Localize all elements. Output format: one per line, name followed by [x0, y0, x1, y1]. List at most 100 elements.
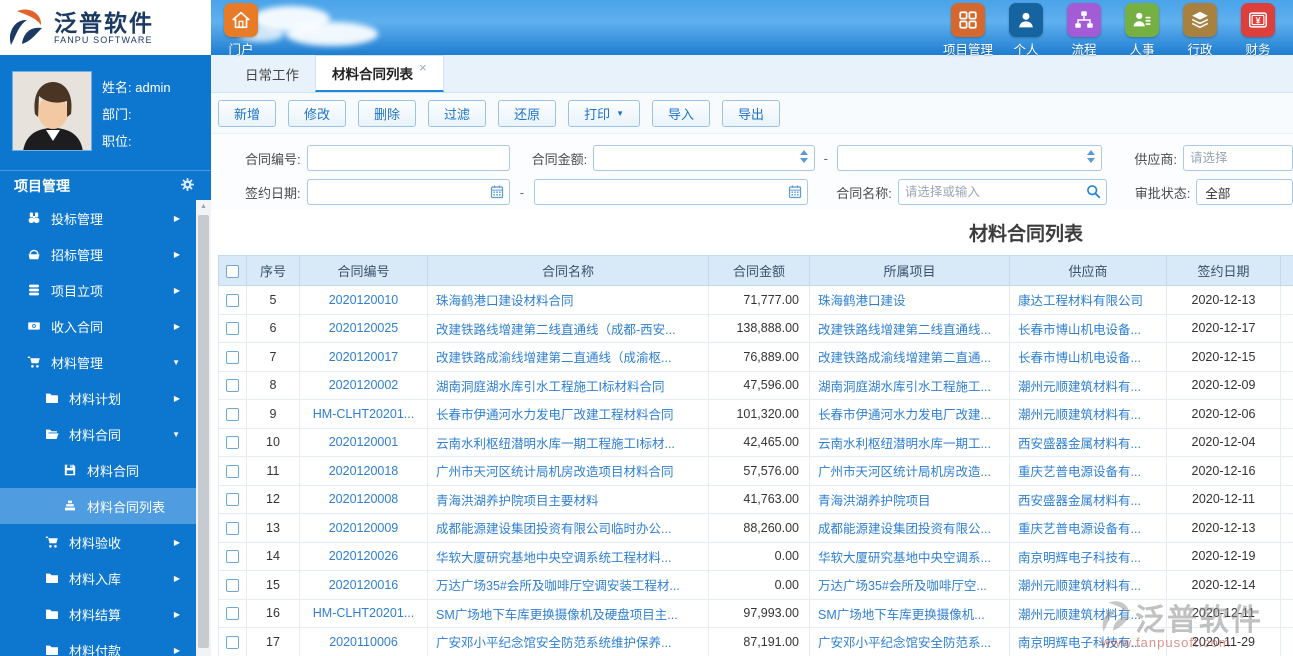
supplier-link[interactable]: 南京明辉电子科技有...	[1018, 551, 1141, 565]
contract-no-link[interactable]: 2020120008	[329, 492, 399, 506]
supplier-link[interactable]: 西安盛器金属材料有...	[1018, 437, 1141, 451]
project-link[interactable]: 广安邓小平纪念馆安全防范系...	[818, 636, 991, 650]
close-icon[interactable]: ×	[419, 60, 427, 75]
project-link[interactable]: 广州市天河区统计局机房改造...	[818, 465, 991, 479]
filter-button[interactable]: 过滤	[428, 99, 487, 127]
add-button[interactable]: 新增	[218, 99, 277, 127]
project-link[interactable]: 云南水利枢纽潜明水库一期工...	[818, 437, 991, 451]
contract-name-link[interactable]: 湖南洞庭湖水库引水工程施工I标材料合同	[436, 380, 664, 394]
sidebar-item-income-contract[interactable]: 收入合同 ▶	[0, 308, 196, 344]
supplier-link[interactable]: 西安盛器金属材料有...	[1018, 494, 1141, 508]
row-checkbox[interactable]	[226, 350, 239, 364]
contract-name-link[interactable]: 广安邓小平纪念馆安全防范系统维护保养...	[436, 636, 671, 650]
edit-button[interactable]: 修改	[288, 99, 347, 127]
tab-material-contract-list[interactable]: 材料合同列表 ×	[315, 55, 444, 92]
gear-icon[interactable]	[180, 177, 195, 195]
project-link[interactable]: 华软大厦研究基地中央空调系...	[818, 551, 991, 565]
project-link[interactable]: 长春市伊通河水力发电厂改建...	[818, 408, 991, 422]
project-link[interactable]: 改建铁路成渝线增建第二直通...	[818, 351, 991, 365]
contract-no-link[interactable]: HM-CLHT20201...	[313, 407, 414, 421]
contract-no-link[interactable]: 2020120009	[329, 521, 399, 535]
contract-no-link[interactable]: 2020120002	[329, 378, 399, 392]
contract-name-input[interactable]	[897, 179, 1107, 205]
contract-no-link[interactable]: 2020120001	[329, 435, 399, 449]
column-header[interactable]: 合同金额	[708, 255, 810, 286]
calendar-icon[interactable]	[788, 184, 802, 204]
spinner-icons[interactable]	[799, 150, 808, 163]
sidebar-item-material-plan[interactable]: 材料计划 ▶	[0, 380, 196, 416]
row-checkbox[interactable]	[226, 578, 239, 592]
contract-no-link[interactable]: HM-CLHT20201...	[313, 606, 414, 620]
nav-item-project-management[interactable]: 项目管理	[939, 3, 997, 58]
supplier-link[interactable]: 南京明辉电子科技有...	[1018, 636, 1141, 650]
column-header[interactable]: 合同编号	[299, 255, 428, 286]
contract-name-link[interactable]: 珠海鹤港口建设材料合同	[436, 294, 574, 308]
sidebar-item-material-acceptance[interactable]: 材料验收 ▶	[0, 524, 196, 560]
contract-no-link[interactable]: 2020120017	[329, 350, 399, 364]
column-header[interactable]: 合同名称	[427, 255, 709, 286]
sidebar-item-tender-management[interactable]: 招标管理 ▶	[0, 236, 196, 272]
project-link[interactable]: 成都能源建设集团投资有限公...	[818, 522, 991, 536]
column-header[interactable]: 供应商	[1009, 255, 1167, 286]
sidebar-scrollbar[interactable]: ▲	[196, 200, 211, 656]
row-checkbox[interactable]	[226, 607, 239, 621]
supplier-link[interactable]: 康达工程材料有限公司	[1018, 294, 1143, 308]
project-link[interactable]: 珠海鹤港口建设	[818, 294, 906, 308]
column-header[interactable]: 签约日期	[1166, 255, 1281, 286]
row-checkbox[interactable]	[226, 635, 239, 649]
sidebar-item-material-contract-list[interactable]: 材料合同列表	[0, 488, 196, 524]
contract-name-link[interactable]: 成都能源建设集团投资有限公司临时办公...	[436, 522, 671, 536]
contract-name-link[interactable]: SM广场地下车库更换摄像机及硬盘项目主...	[436, 608, 678, 622]
sidebar-section-project-management[interactable]: 项目管理	[0, 170, 211, 200]
supplier-link[interactable]: 长春市博山机电设备...	[1018, 323, 1141, 337]
row-checkbox[interactable]	[226, 293, 239, 307]
sidebar-item-material-contract-entry[interactable]: 材料合同	[0, 452, 196, 488]
column-header[interactable]	[1280, 255, 1293, 286]
amount-min-input[interactable]	[593, 145, 815, 171]
contract-no-link[interactable]: 2020120026	[329, 549, 399, 563]
calendar-icon[interactable]	[490, 184, 504, 204]
search-icon[interactable]	[1086, 184, 1101, 204]
supplier-link[interactable]: 潮州元顺建筑材料有...	[1018, 579, 1141, 593]
contract-name-link[interactable]: 改建铁路线增建第二线直通线（成都-西安...	[436, 323, 676, 337]
supplier-input[interactable]	[1182, 145, 1293, 171]
contract-no-link[interactable]: 2020120018	[329, 464, 399, 478]
row-checkbox[interactable]	[226, 550, 239, 564]
nav-item-finance[interactable]: ¥ 财务	[1229, 3, 1287, 58]
reset-button[interactable]: 还原	[498, 99, 557, 127]
project-link[interactable]: SM广场地下车库更换摄像机...	[818, 608, 985, 622]
export-button[interactable]: 导出	[722, 99, 781, 127]
project-link[interactable]: 湖南洞庭湖水库引水工程施工...	[818, 380, 991, 394]
contract-no-link[interactable]: 2020120016	[329, 578, 399, 592]
contract-name-link[interactable]: 华软大厦研究基地中央空调系统工程材料...	[436, 551, 671, 565]
select-all-header[interactable]	[218, 255, 247, 286]
contract-name-link[interactable]: 云南水利枢纽潜明水库一期工程施工I标材...	[436, 437, 675, 451]
contract-no-link[interactable]: 2020120010	[329, 293, 399, 307]
tab-daily-work[interactable]: 日常工作	[229, 55, 315, 92]
contract-name-link[interactable]: 长春市伊通河水力发电厂改建工程材料合同	[436, 408, 674, 422]
row-checkbox[interactable]	[226, 493, 239, 507]
project-link[interactable]: 万达广场35#会所及咖啡厅空...	[818, 579, 987, 593]
contract-name-link[interactable]: 青海洪湖养护院项目主要材料	[436, 494, 599, 508]
spinner-icons[interactable]	[1087, 150, 1096, 163]
contract-name-link[interactable]: 改建铁路成渝线增建第二直通线（成渝枢...	[436, 351, 671, 365]
sidebar-item-bid-management[interactable]: 投标管理 ▶	[0, 200, 196, 236]
sidebar-item-project-initiation[interactable]: 项目立项 ▶	[0, 272, 196, 308]
contract-no-input[interactable]	[306, 145, 510, 171]
project-link[interactable]: 青海洪湖养护院项目	[818, 494, 931, 508]
supplier-link[interactable]: 重庆艺普电源设备有...	[1018, 465, 1141, 479]
contract-no-link[interactable]: 2020120025	[329, 321, 399, 335]
scrollbar-thumb[interactable]	[198, 215, 209, 648]
contract-no-link[interactable]: 2020110006	[329, 635, 398, 649]
row-checkbox[interactable]	[226, 322, 239, 336]
delete-button[interactable]: 删除	[358, 99, 417, 127]
import-button[interactable]: 导入	[652, 99, 711, 127]
supplier-link[interactable]: 潮州元顺建筑材料有...	[1018, 408, 1141, 422]
select-all-checkbox[interactable]	[226, 265, 239, 279]
sidebar-item-material-payment[interactable]: 材料付款 ▶	[0, 632, 196, 656]
supplier-link[interactable]: 潮州元顺建筑材料有...	[1018, 608, 1141, 622]
column-header[interactable]: 所属项目	[809, 255, 1010, 286]
row-checkbox[interactable]	[226, 379, 239, 393]
sidebar-item-material-settlement[interactable]: 材料结算 ▶	[0, 596, 196, 632]
contract-name-link[interactable]: 万达广场35#会所及咖啡厅空调安装工程材...	[436, 579, 680, 593]
